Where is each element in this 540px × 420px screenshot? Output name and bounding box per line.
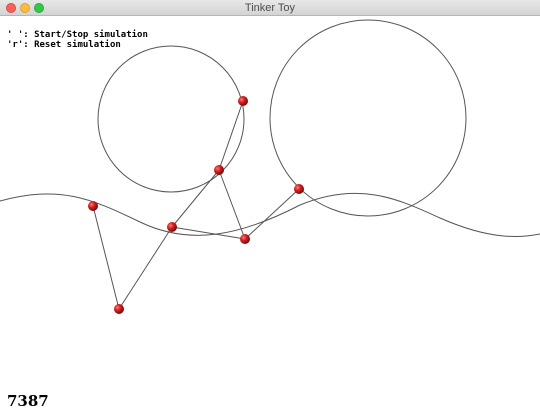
- rod: [218, 169, 246, 240]
- constraint-wave: [0, 192, 540, 238]
- rod: [118, 226, 173, 310]
- rod: [218, 100, 244, 171]
- app-window: Tinker Toy ' ': Start/Stop simulation 'r…: [0, 0, 540, 420]
- particle: [214, 165, 224, 175]
- particles: [88, 96, 304, 314]
- rod: [244, 188, 300, 240]
- help-start-stop: ' ': Start/Stop simulation: [7, 30, 148, 40]
- rod: [171, 226, 246, 240]
- step-counter: 7387: [7, 392, 49, 410]
- help-reset: 'r': Reset simulation: [7, 40, 121, 50]
- particle: [88, 201, 98, 211]
- particle: [238, 96, 248, 106]
- rod: [171, 169, 220, 228]
- particle: [167, 222, 177, 232]
- particle: [294, 184, 304, 194]
- rods: [92, 100, 300, 310]
- window-title: Tinker Toy: [244, 2, 296, 14]
- particle: [240, 234, 250, 244]
- simulation-canvas[interactable]: [0, 16, 540, 420]
- rod: [92, 205, 120, 310]
- title-bar[interactable]: Tinker Toy: [0, 0, 540, 16]
- particle: [114, 304, 124, 314]
